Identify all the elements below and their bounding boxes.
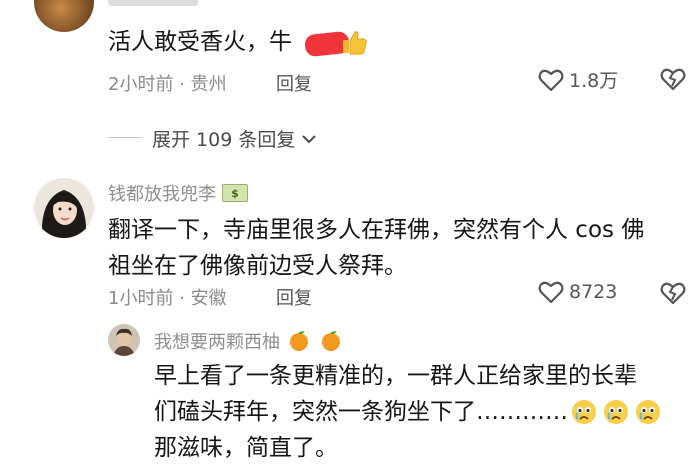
avatar-commenter-2[interactable]: [34, 178, 94, 238]
comment-1-text: 活人敢受香火，牛: [108, 24, 292, 60]
orange-emoji: [288, 330, 310, 352]
avatar-commenter-3[interactable]: [108, 324, 140, 356]
comment-1-time-location: 2小时前 · 贵州: [108, 74, 227, 95]
comment-2-text: 翻译一下，寺庙里很多人在拜佛，突然有个人 cos 佛 祖坐在了佛像前边受人祭拜。: [108, 212, 688, 284]
comment-3-text: 早上看了一条更精准的，一群人正给家里的长辈 们磕头拜年，突然一条狗坐下了……………: [154, 358, 694, 466]
tearful-face-emoji: [602, 398, 630, 426]
comment-1-text-prefix: 活人敢受香火，牛: [108, 29, 292, 55]
expand-replies-divider: [108, 137, 142, 138]
comment-2-text-line1: 翻译一下，寺庙里很多人在拜佛，突然有个人 cos 佛: [108, 217, 645, 243]
comment-3-text-line1: 早上看了一条更精准的，一群人正给家里的长辈: [154, 363, 637, 389]
comment-2-like-button[interactable]: 8723: [538, 280, 617, 304]
tearful-face-emoji: [570, 398, 598, 426]
comment-2-time-location: 1小时前 · 安徽: [108, 288, 227, 309]
money-badge-symbol: $: [231, 186, 239, 200]
comment-1-dislike-button[interactable]: [660, 67, 686, 91]
chevron-down-icon: [301, 133, 317, 145]
orange-emoji: [320, 330, 342, 352]
comment-2-user[interactable]: 钱都放我兜李 $: [108, 180, 248, 206]
comment-2-dislike-button[interactable]: [660, 281, 686, 305]
comment-2-reply-button[interactable]: 回复: [276, 284, 312, 310]
expand-replies-button[interactable]: 展开 109 条回复: [152, 125, 317, 152]
comment-1-like-button[interactable]: 1.8万: [538, 66, 618, 93]
comment-3-username: 我想要两颗西柚: [154, 332, 280, 353]
comment-2-text-line2: 祖坐在了佛像前边受人祭拜。: [108, 253, 407, 279]
avatar-commenter-1[interactable]: [34, 0, 94, 32]
dislike-heart-icon: [660, 67, 686, 91]
expand-replies-label: 展开 109 条回复: [152, 129, 296, 151]
money-badge-icon: $: [222, 184, 248, 202]
username-commenter-1[interactable]: [108, 0, 198, 6]
comment-3-text-line2: 们磕头拜年，突然一条狗坐下了…………: [154, 399, 568, 425]
comment-1-like-count: 1.8万: [569, 70, 619, 92]
comment-2-like-count: 8723: [569, 281, 618, 303]
dislike-heart-icon: [660, 281, 686, 305]
thumbs-up-emoji: [340, 28, 368, 56]
comment-3-text-line3: 那滋味，简直了。: [154, 435, 338, 461]
heart-icon: [538, 68, 564, 92]
heart-icon: [538, 280, 564, 304]
comment-3-user[interactable]: 我想要两颗西柚: [154, 328, 342, 354]
tearful-face-emoji: [634, 398, 662, 426]
comment-1-reply-button[interactable]: 回复: [276, 70, 312, 96]
comment-2-username: 钱都放我兜李: [108, 184, 216, 205]
